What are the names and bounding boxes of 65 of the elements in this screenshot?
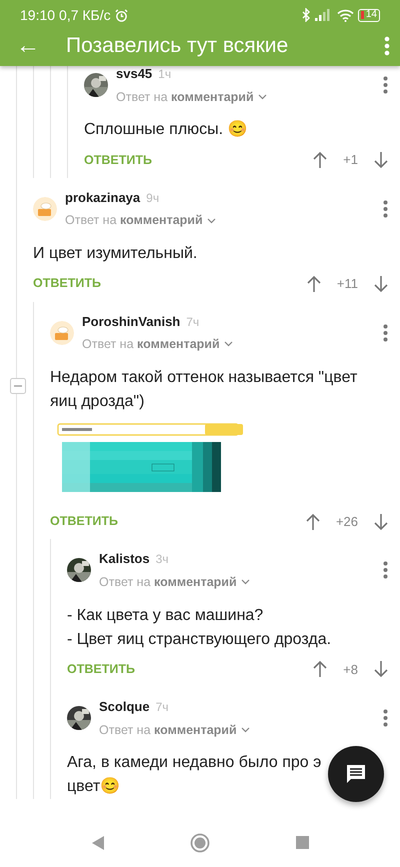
avatar-icon [50,320,74,345]
comment-text: Ага, в камеди недавно было про э [67,753,322,774]
vote-score: +11 [336,275,358,293]
chevron-down-icon[interactable] [240,726,250,733]
reply-to-link[interactable]: Ответ на комментарий [99,572,237,592]
comment-time: 3ч [156,551,169,568]
vote-score: +26 [336,512,358,531]
upvote-icon[interactable] [306,274,321,293]
home-nav-icon[interactable] [190,832,210,852]
username[interactable]: PoroshinVanish [82,312,180,331]
recents-nav-icon[interactable] [296,836,310,849]
upvote-icon[interactable] [306,512,320,530]
username[interactable]: Scolque [99,697,150,716]
reply-button[interactable]: ОТВЕТИТЬ [84,150,152,170]
downvote-icon[interactable] [374,274,388,293]
chevron-down-icon[interactable] [258,94,267,100]
message-icon [345,763,367,785]
comment-text: цвет😊 [67,776,120,798]
comment-text: - Как цвета у вас машина? [67,606,264,626]
reply-to-link[interactable]: Ответ на комментарий [82,335,220,354]
reply-button[interactable]: ОТВЕТИТЬ [67,660,135,679]
comment-text: И цвет изумительный. [33,244,198,264]
more-icon[interactable] [383,76,388,94]
status-time: 19:10 [20,6,56,24]
more-icon[interactable] [383,561,388,580]
network-speed: 0,7 КБ/с [59,6,111,24]
more-icon[interactable] [383,709,388,728]
more-icon[interactable] [383,324,388,342]
upvote-icon[interactable] [313,660,328,678]
chevron-down-icon[interactable] [224,341,233,348]
comment-text: Недаром такой оттенок называется "цвет яиц дрозда") [50,368,358,412]
username[interactable]: Kalistos [99,549,150,569]
upvote-icon[interactable] [313,151,328,169]
username[interactable]: svs45 [116,66,152,84]
comment-time: 7ч [156,699,169,716]
reply-to-link[interactable]: Ответ на комментарий [116,88,254,106]
comment-fab-button[interactable] [328,746,384,802]
page-title: Позавелись тут всякие [66,33,290,60]
downvote-icon[interactable] [374,512,388,530]
vote-score: +1 [343,151,358,170]
username[interactable]: prokazinaya [65,188,140,208]
battery-indicator: 14 [358,8,380,22]
avatar-icon [33,196,57,221]
collapse-icon[interactable] [10,378,26,394]
more-icon[interactable] [384,36,390,56]
wifi-icon [336,8,354,22]
comment-time: 7ч [186,314,200,330]
bluetooth-icon [302,8,311,22]
chevron-down-icon[interactable] [206,218,216,224]
comment-text: Сплошные плюсы. 😊 [84,119,248,140]
back-button[interactable]: ← [16,34,40,58]
reply-button[interactable]: ОТВЕТИТЬ [33,274,101,294]
downvote-icon[interactable] [374,660,388,678]
comment-text: - Цвет яиц странствующего дрозда. [67,630,332,650]
back-nav-icon[interactable] [90,834,105,850]
vote-score: +8 [343,660,358,678]
comment-time: 1ч [158,66,172,83]
reply-button[interactable]: ОТВЕТИТЬ [50,512,118,531]
reply-to-link[interactable]: Ответ на комментарий [99,720,237,740]
alarm-icon [114,8,128,22]
chevron-down-icon[interactable] [240,579,250,586]
downvote-icon[interactable] [374,151,388,169]
comment-time: 9ч [146,190,160,207]
more-icon[interactable] [383,200,388,218]
reply-to-link[interactable]: Ответ на комментарий [65,211,203,230]
